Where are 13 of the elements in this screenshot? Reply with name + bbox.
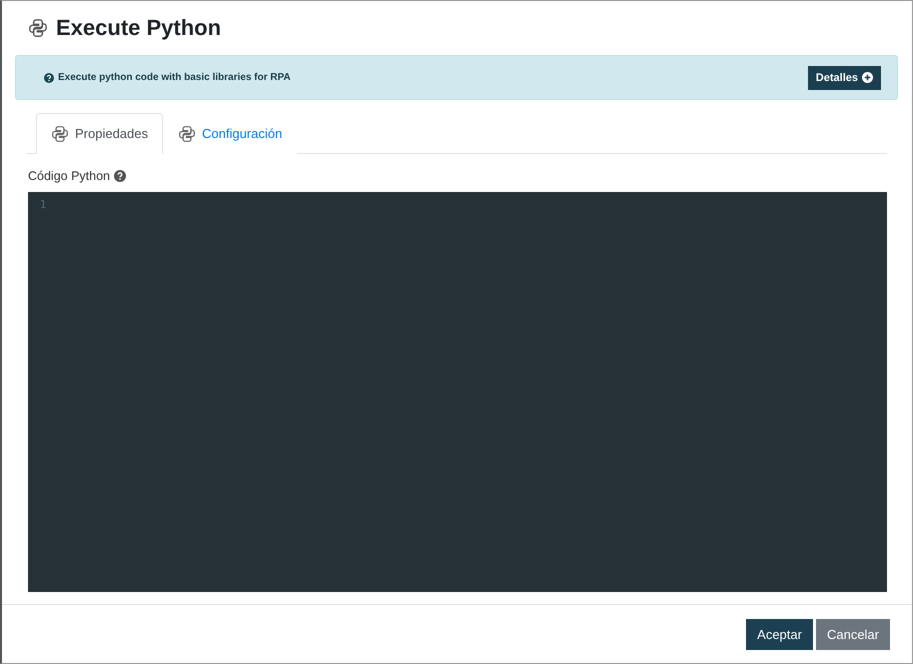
accept-button[interactable]: Aceptar bbox=[746, 618, 813, 650]
tab[interactable]: Propiedades bbox=[36, 113, 163, 154]
python-icon bbox=[51, 124, 69, 143]
info-text: Execute python code with basic libraries for RPA bbox=[58, 72, 291, 84]
python-icon bbox=[28, 18, 48, 38]
details-button[interactable]: Detalles bbox=[808, 66, 881, 90]
field-label: Código Python bbox=[28, 169, 110, 184]
plus-icon bbox=[862, 72, 873, 84]
dialog-title: Execute Python bbox=[56, 14, 222, 41]
help-icon bbox=[44, 72, 54, 83]
cancel-button[interactable]: Cancelar bbox=[816, 618, 890, 650]
help-icon bbox=[114, 170, 126, 182]
python-icon bbox=[178, 124, 196, 143]
